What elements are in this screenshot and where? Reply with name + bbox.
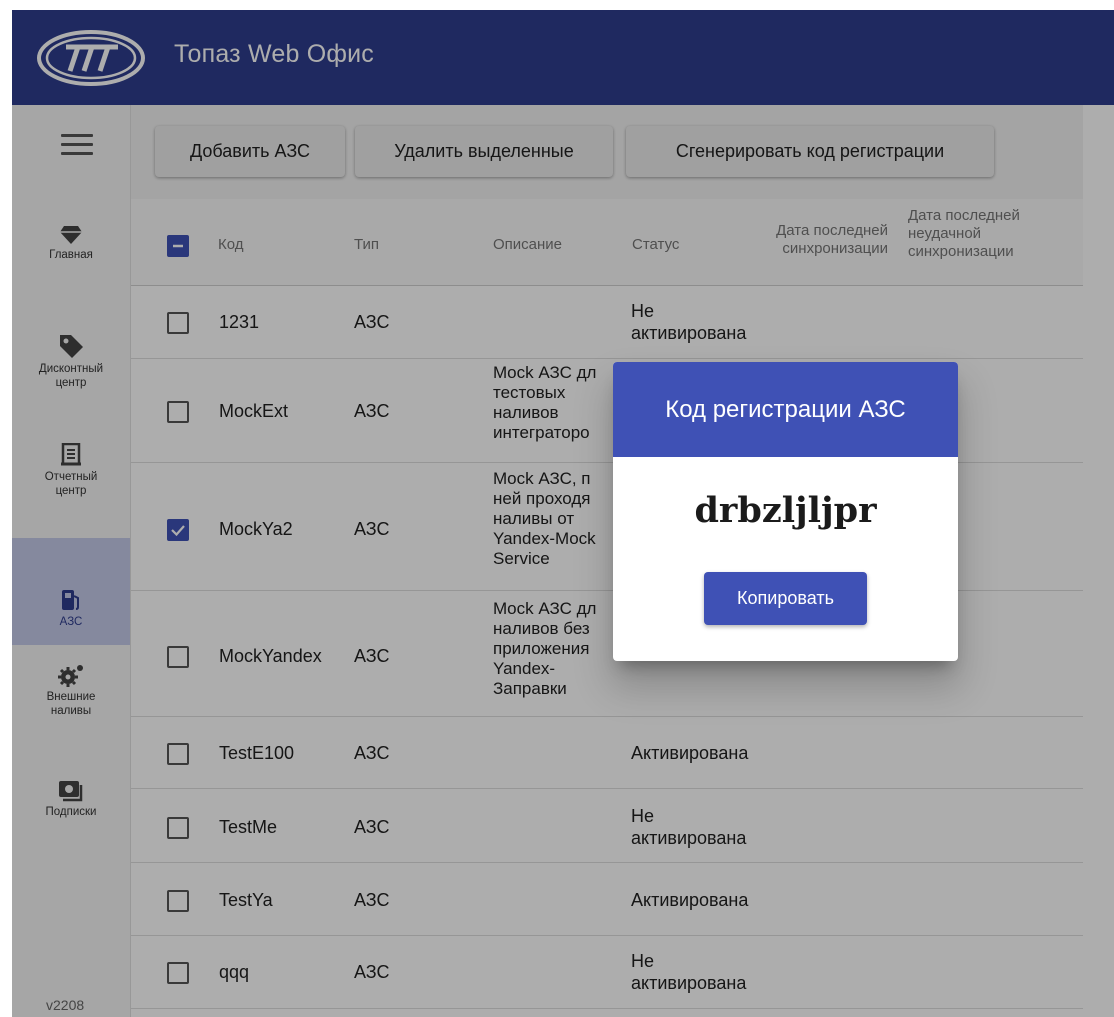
dialog-title: Код регистрации АЗС xyxy=(665,396,906,423)
registration-code-dialog: Код регистрации АЗС drbzljljpr Копироват… xyxy=(613,362,958,661)
copy-button[interactable]: Копировать xyxy=(704,572,867,625)
app-window: Топаз Web Офис Главная Дисконтный центр … xyxy=(12,10,1114,1017)
dialog-header: Код регистрации АЗС xyxy=(613,362,958,457)
registration-code: drbzljljpr xyxy=(694,490,877,531)
